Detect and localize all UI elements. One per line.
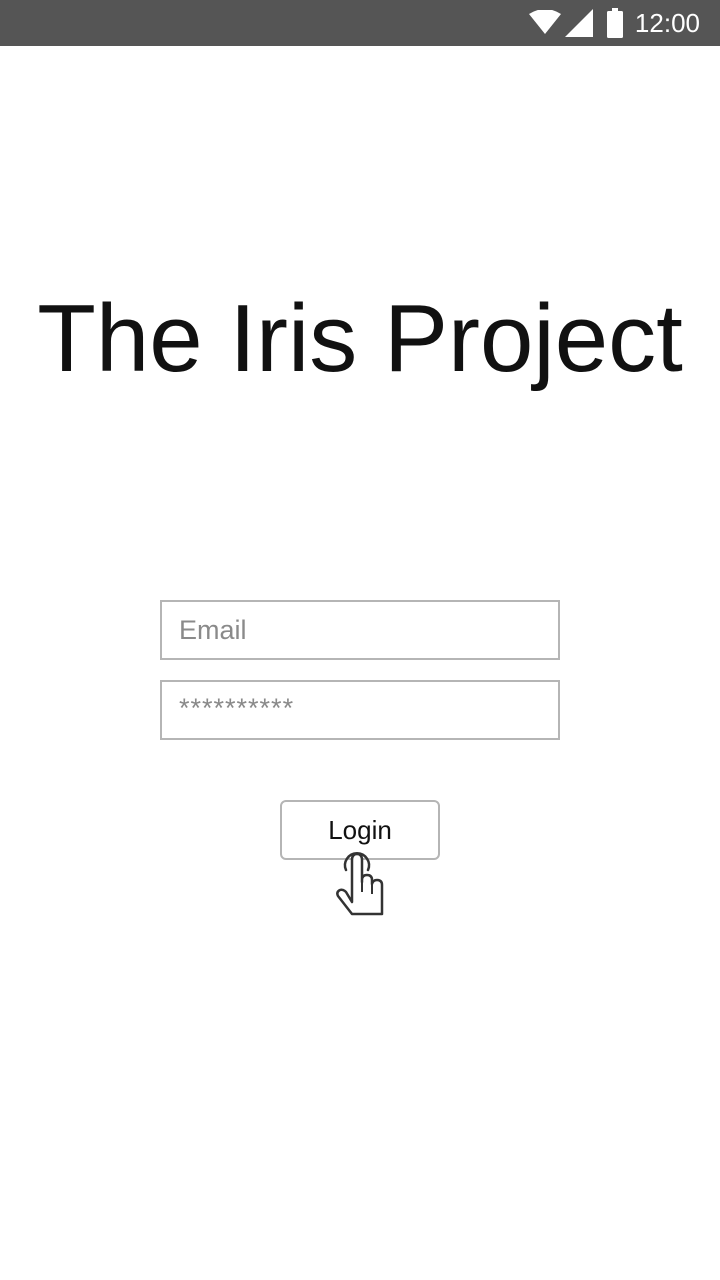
status-icons: 12:00 xyxy=(528,0,700,46)
email-field[interactable]: Email xyxy=(160,600,560,660)
cellular-signal-icon xyxy=(564,9,593,37)
battery-icon xyxy=(606,8,623,38)
password-field[interactable]: ********** xyxy=(160,680,560,740)
app-title: The Iris Project xyxy=(37,285,683,392)
status-clock: 12:00 xyxy=(634,7,700,38)
password-masked-value: ********** xyxy=(179,693,295,723)
wifi-icon xyxy=(528,10,561,36)
tap-hand-icon xyxy=(330,844,390,918)
status-bar: 12:00 xyxy=(0,0,720,46)
email-placeholder: Email xyxy=(179,615,247,645)
